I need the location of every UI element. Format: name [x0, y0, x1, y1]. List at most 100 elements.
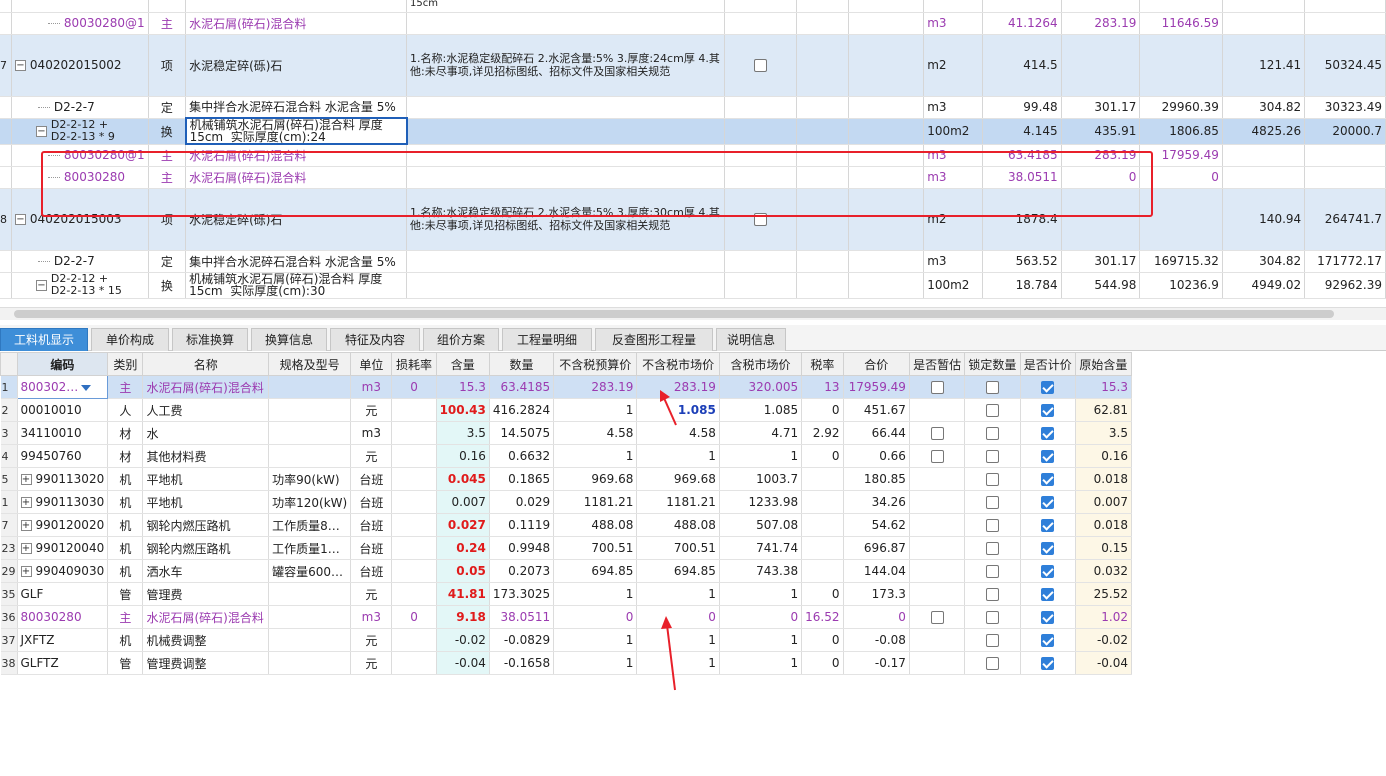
- estimate-checkbox[interactable]: [930, 611, 944, 624]
- column-header[interactable]: 锁定数量: [964, 352, 1021, 376]
- bill-name[interactable]: 水泥石屑(碎石)混合料: [185, 144, 408, 167]
- material-code[interactable]: 800302…: [16, 375, 109, 399]
- material-tax-rate[interactable]: [801, 536, 844, 560]
- material-loss[interactable]: 0: [391, 375, 437, 399]
- material-loss[interactable]: [391, 490, 437, 514]
- column-header[interactable]: 是否暂估: [908, 352, 966, 376]
- bill-code[interactable]: − D2-2-12 + D2-2-13 * 9: [11, 118, 149, 145]
- material-tax-rate[interactable]: 2.92: [801, 421, 844, 445]
- expand-icon[interactable]: +: [20, 543, 32, 554]
- material-content[interactable]: 15.3: [436, 375, 490, 399]
- lock-quantity-checkbox[interactable]: [985, 657, 999, 670]
- lock-quantity-checkbox[interactable]: [985, 427, 999, 440]
- material-row[interactable]: 35 GLF 管管理费元 41.81 173.3025 1 1 1 0 173.3 25.52: [0, 582, 1133, 606]
- lock-quantity-checkbox[interactable]: [985, 588, 999, 601]
- bill-p4[interactable]: 20000.7: [1304, 118, 1386, 145]
- material-tax-rate[interactable]: 13: [801, 375, 844, 399]
- material-market-price[interactable]: 1: [636, 651, 720, 675]
- material-code[interactable]: +990120020: [17, 513, 109, 537]
- expand-icon[interactable]: +: [20, 566, 32, 577]
- is-priced-checkbox[interactable]: [1041, 473, 1055, 486]
- bill-p1[interactable]: [1061, 34, 1141, 97]
- material-tax-rate[interactable]: [801, 559, 844, 583]
- material-loss[interactable]: [391, 513, 437, 537]
- material-name[interactable]: 钢轮内燃压路机: [142, 513, 270, 537]
- column-header[interactable]: 税率: [801, 352, 844, 376]
- tab-pricing-scheme[interactable]: 组价方案: [423, 328, 499, 351]
- material-name[interactable]: 管理费: [142, 582, 270, 606]
- bill-p1[interactable]: 283.19: [1061, 12, 1141, 35]
- material-market-price[interactable]: 283.19: [636, 375, 720, 399]
- material-spec[interactable]: [268, 651, 352, 675]
- material-row[interactable]: 4 99450760 材其他材料费元 0.16 0.6632 1 1 1 0 0.66 0.16: [0, 444, 1133, 468]
- material-code[interactable]: GLF: [17, 582, 109, 606]
- tab-labor-material-machine[interactable]: 工料机显示: [0, 328, 88, 351]
- material-content[interactable]: 0.16: [436, 444, 490, 468]
- material-taxed-market-price[interactable]: 507.08: [719, 513, 803, 537]
- column-header[interactable]: 规格及型号: [268, 352, 352, 376]
- bill-row[interactable]: − D2-2-12 + D2-2-13 * 15 换机械铺筑水泥石屑(碎石)混合料 …: [0, 272, 1386, 299]
- material-content[interactable]: -0.02: [436, 628, 490, 652]
- material-market-price[interactable]: 0: [636, 605, 720, 629]
- bill-row[interactable]: 8−040202015003 项水泥稳定碎(砾)石 1.名称:水泥稳定级配碎石 2.…: [0, 188, 1386, 251]
- bill-p2[interactable]: [1139, 34, 1223, 97]
- bill-description[interactable]: [406, 12, 725, 35]
- lock-quantity-checkbox[interactable]: [985, 565, 999, 578]
- bill-code[interactable]: − D2-2-12 + D2-2-13 * 15: [11, 272, 149, 299]
- material-content[interactable]: -0.04: [436, 651, 490, 675]
- material-content[interactable]: 100.43: [436, 398, 490, 422]
- material-name[interactable]: 人工费: [142, 398, 270, 422]
- material-spec[interactable]: 功率120(kW): [268, 490, 352, 514]
- collapse-icon[interactable]: −: [14, 60, 26, 71]
- material-tax-rate[interactable]: [801, 490, 844, 514]
- column-header[interactable]: 损耗率: [391, 352, 437, 376]
- is-priced-checkbox[interactable]: [1041, 657, 1055, 670]
- material-tax-rate[interactable]: 0: [801, 582, 844, 606]
- tab-graphic-quantity-lookup[interactable]: 反查图形工程量: [595, 328, 713, 351]
- material-spec[interactable]: 功率90(kW): [268, 467, 352, 491]
- is-priced-checkbox[interactable]: [1041, 542, 1055, 555]
- bill-code[interactable]: 80030280: [11, 166, 149, 189]
- column-header[interactable]: 名称: [142, 352, 270, 376]
- is-priced-checkbox[interactable]: [1041, 611, 1055, 624]
- material-code[interactable]: +990409030: [17, 559, 109, 583]
- material-spec[interactable]: [268, 582, 352, 606]
- material-content[interactable]: 0.05: [436, 559, 490, 583]
- bill-p3[interactable]: 4825.26: [1222, 118, 1306, 145]
- material-row[interactable]: 3 34110010 材水 m3 3.5 14.5075 4.58 4.58 4.71 2.92 6…: [0, 421, 1133, 445]
- material-market-price[interactable]: 1: [636, 582, 720, 606]
- material-taxed-market-price[interactable]: 1003.7: [719, 467, 803, 491]
- estimate-checkbox[interactable]: [930, 427, 944, 440]
- material-row[interactable]: 7 +990120020 机钢轮内燃压路机 工作质量8… 台班 0.027 0.1119 48…: [0, 513, 1133, 537]
- bill-qty[interactable]: 414.5: [982, 34, 1062, 97]
- column-header[interactable]: 单位: [350, 352, 393, 376]
- is-priced-checkbox[interactable]: [1041, 381, 1055, 394]
- tab-conversion-info[interactable]: 换算信息: [251, 328, 327, 351]
- bill-p4[interactable]: 92962.39: [1304, 272, 1386, 299]
- material-code[interactable]: 99450760: [17, 444, 109, 468]
- material-market-price[interactable]: 1181.21: [636, 490, 720, 514]
- material-row[interactable]: 38 GLFTZ 管管理费调整元 -0.04 -0.1658 1 1 1 0 -0.17 -0.04: [0, 651, 1133, 675]
- material-taxed-market-price[interactable]: 1: [719, 628, 803, 652]
- material-content[interactable]: 3.5: [436, 421, 490, 445]
- bill-p4[interactable]: 50324.45: [1304, 34, 1386, 97]
- bill-p1[interactable]: 544.98: [1061, 272, 1141, 299]
- material-row[interactable]: 29 +990409030 机洒水车 罐容量600… 台班 0.05 0.2073 694.8…: [0, 559, 1133, 583]
- material-market-price[interactable]: 694.85: [636, 559, 720, 583]
- material-content[interactable]: 41.81: [436, 582, 490, 606]
- bill-name[interactable]: [185, 0, 408, 13]
- bill-description[interactable]: [406, 250, 725, 273]
- material-taxed-market-price[interactable]: 741.74: [719, 536, 803, 560]
- material-content[interactable]: 0.045: [436, 467, 490, 491]
- material-name[interactable]: 机械费调整: [142, 628, 270, 652]
- bill-name[interactable]: 集中拌合水泥碎石混合料 水泥含量 5%: [185, 250, 408, 273]
- bill-description[interactable]: 1.名称:水泥稳定级配碎石 2.水泥含量:5% 3.厚度:30cm厚 4.其他:…: [406, 188, 725, 251]
- bill-description[interactable]: [406, 144, 725, 167]
- bill-code[interactable]: D2-2-7: [11, 250, 149, 273]
- material-taxed-market-price[interactable]: 0: [719, 605, 803, 629]
- is-priced-checkbox[interactable]: [1041, 588, 1055, 601]
- material-market-price[interactable]: 969.68: [636, 467, 720, 491]
- bill-p4[interactable]: [1304, 166, 1386, 189]
- material-name[interactable]: 管理费调整: [142, 651, 270, 675]
- material-tax-rate[interactable]: 0: [801, 628, 844, 652]
